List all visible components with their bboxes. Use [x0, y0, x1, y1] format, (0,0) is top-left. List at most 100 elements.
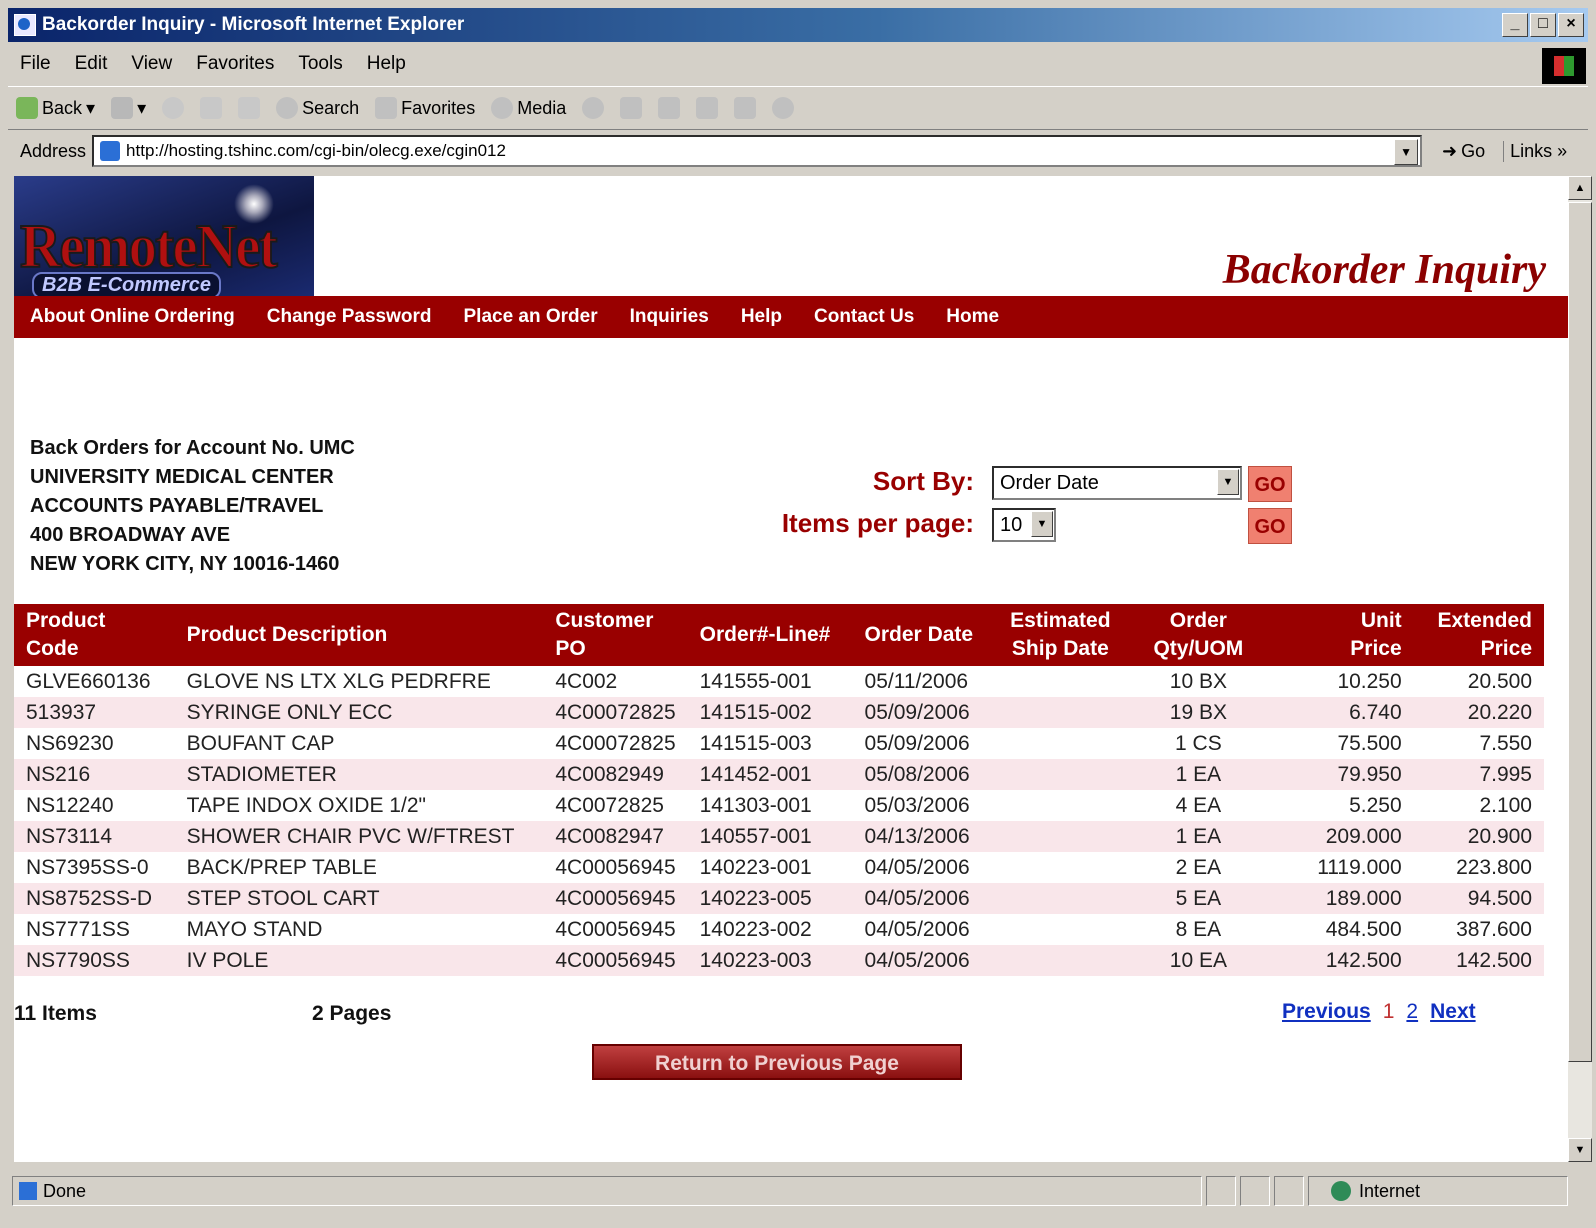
cell-unit-price: 10.250: [1337, 669, 1402, 693]
account-street: 400 BROADWAY AVE: [30, 524, 231, 546]
stop-button[interactable]: [154, 97, 192, 119]
chevron-down-icon[interactable]: ▼: [1031, 511, 1053, 537]
nav-about-online-ordering[interactable]: About Online Ordering: [14, 306, 251, 328]
go-button[interactable]: ➜ Go: [1432, 141, 1495, 162]
minimize-button[interactable]: _: [1502, 13, 1528, 37]
cell-extended-price: 7.995: [1413, 759, 1544, 790]
chevron-down-icon[interactable]: ▼: [1217, 469, 1239, 495]
cell-extended-price: 2.100: [1479, 793, 1532, 817]
cell-unit-price: 75.500: [1337, 731, 1402, 755]
menu-view[interactable]: View: [119, 53, 184, 75]
cell-order-line: 140223-002: [699, 917, 812, 941]
close-button[interactable]: ×: [1558, 13, 1584, 37]
print-button[interactable]: [650, 97, 688, 119]
cell-unit-price: 6.740: [1262, 697, 1414, 728]
address-input[interactable]: http://hosting.tshinc.com/cgi-bin/olecg.…: [92, 135, 1423, 167]
menu-edit[interactable]: Edit: [63, 53, 120, 75]
discuss-icon: [734, 97, 757, 119]
chevron-down-icon[interactable]: ▼: [1394, 139, 1419, 165]
scroll-down-icon[interactable]: ▼: [1568, 1138, 1592, 1162]
cell-unit-price: 5.250: [1349, 793, 1402, 817]
nav-change-password[interactable]: Change Password: [251, 306, 448, 328]
cell-order-date: 04/05/2006: [864, 855, 970, 879]
nav-help[interactable]: Help: [725, 306, 798, 328]
cell-unit-price: 189.000: [1262, 883, 1414, 914]
cell-unit-price: 79.950: [1262, 759, 1414, 790]
account-dept: ACCOUNTS PAYABLE/TRAVEL: [30, 495, 324, 517]
cell-product-description: TAPE INDOX OXIDE 1/2": [186, 793, 426, 817]
chevron-down-icon: ▾: [86, 97, 96, 118]
page-viewport: RemoteNet B2B E-Commerce Backorder Inqui…: [14, 176, 1568, 1162]
col-product-code: Product Code: [14, 604, 175, 666]
pager-next-link[interactable]: Next: [1430, 1000, 1476, 1024]
col-product-description: Product Description: [174, 604, 544, 666]
menu-favorites[interactable]: Favorites: [184, 53, 286, 75]
logo-sub-text: B2B E-Commerce: [32, 272, 221, 296]
pager-previous-link[interactable]: Previous: [1282, 1000, 1371, 1024]
nav-place-an-order[interactable]: Place an Order: [448, 306, 614, 328]
cell-product-code: 513937: [14, 697, 175, 728]
nav-home[interactable]: Home: [930, 306, 1015, 328]
back-button[interactable]: Back ▾: [8, 97, 103, 119]
col-customer-po-label: Customer PO: [555, 609, 654, 660]
search-button[interactable]: Search: [268, 97, 367, 119]
status-cell-empty-3: [1274, 1176, 1304, 1206]
refresh-button[interactable]: [192, 97, 230, 119]
favorites-button[interactable]: Favorites: [367, 97, 483, 119]
scrollbar-thumb[interactable]: [1568, 202, 1592, 1062]
history-button[interactable]: [574, 97, 612, 119]
col-unit-price: Unit Price: [1262, 604, 1414, 666]
cell-unit-price: 1119.000: [1317, 855, 1402, 879]
status-zone-cell: Internet: [1308, 1176, 1568, 1206]
back-arrow-icon: [16, 97, 38, 119]
browser-window: Backorder Inquiry - Microsoft Internet E…: [0, 0, 1596, 1228]
home-button[interactable]: [230, 97, 268, 119]
messenger-icon: [772, 97, 795, 119]
pager-page-2-link[interactable]: 2: [1406, 1000, 1418, 1024]
go-label: Go: [1461, 140, 1486, 161]
cell-order-line: 140223-005: [687, 883, 853, 914]
search-label: Search: [302, 97, 360, 118]
cell-customer-po: 4C0072825: [555, 793, 664, 817]
vertical-scrollbar[interactable]: ▲ ▼: [1568, 176, 1592, 1162]
pager-current-page: 1: [1382, 1000, 1395, 1023]
return-to-previous-page-button[interactable]: Return to Previous Page: [592, 1044, 962, 1080]
edit-button[interactable]: [688, 97, 726, 119]
scroll-up-icon[interactable]: ▲: [1568, 176, 1592, 200]
forward-button[interactable]: ▾: [103, 97, 154, 119]
cell-product-description: IV POLE: [174, 945, 544, 976]
cell-customer-po: 4C00056945: [543, 883, 688, 914]
mail-button[interactable]: [612, 97, 650, 119]
cell-order-date: 05/09/2006: [864, 731, 970, 755]
cell-order-line: 141515-002: [687, 697, 853, 728]
cell-customer-po: 4C0082947: [543, 821, 688, 852]
messenger-button[interactable]: [764, 97, 802, 119]
cell-est-ship-date: [986, 759, 1134, 790]
cell-customer-po: 4C00056945: [555, 917, 676, 941]
menu-help[interactable]: Help: [355, 53, 418, 75]
discuss-button[interactable]: [726, 97, 764, 119]
cell-product-code: GLVE660136: [26, 669, 151, 693]
page-done-icon: [19, 1182, 37, 1200]
nav-contact-us[interactable]: Contact Us: [798, 306, 930, 328]
media-button[interactable]: Media: [483, 97, 574, 119]
sort-go-button[interactable]: GO: [1248, 466, 1292, 502]
cell-unit-price: 484.500: [1325, 917, 1402, 941]
cell-extended-price: 20.500: [1467, 669, 1532, 693]
items-per-page-select[interactable]: 10 ▼: [992, 508, 1056, 542]
menu-file[interactable]: File: [8, 53, 63, 75]
menu-tools[interactable]: Tools: [286, 53, 354, 75]
col-order-line-label: Order#-Line#: [699, 623, 831, 646]
address-url: http://hosting.tshinc.com/cgi-bin/olecg.…: [126, 141, 506, 160]
links-button[interactable]: Links »: [1503, 140, 1573, 162]
nav-inquiries[interactable]: Inquiries: [614, 306, 725, 328]
home-icon: [238, 97, 261, 119]
cell-order-qty: 19 BX: [1133, 697, 1263, 728]
sort-by-select[interactable]: Order Date ▼: [992, 466, 1242, 500]
windows-logo-icon: [1542, 48, 1586, 84]
globe-icon: [1331, 1181, 1351, 1201]
cell-order-line: 141555-001: [699, 669, 812, 693]
maximize-button[interactable]: □: [1530, 13, 1556, 37]
cell-order-qty: 4 EA: [1175, 793, 1222, 817]
items-per-page-go-button[interactable]: GO: [1248, 508, 1292, 544]
